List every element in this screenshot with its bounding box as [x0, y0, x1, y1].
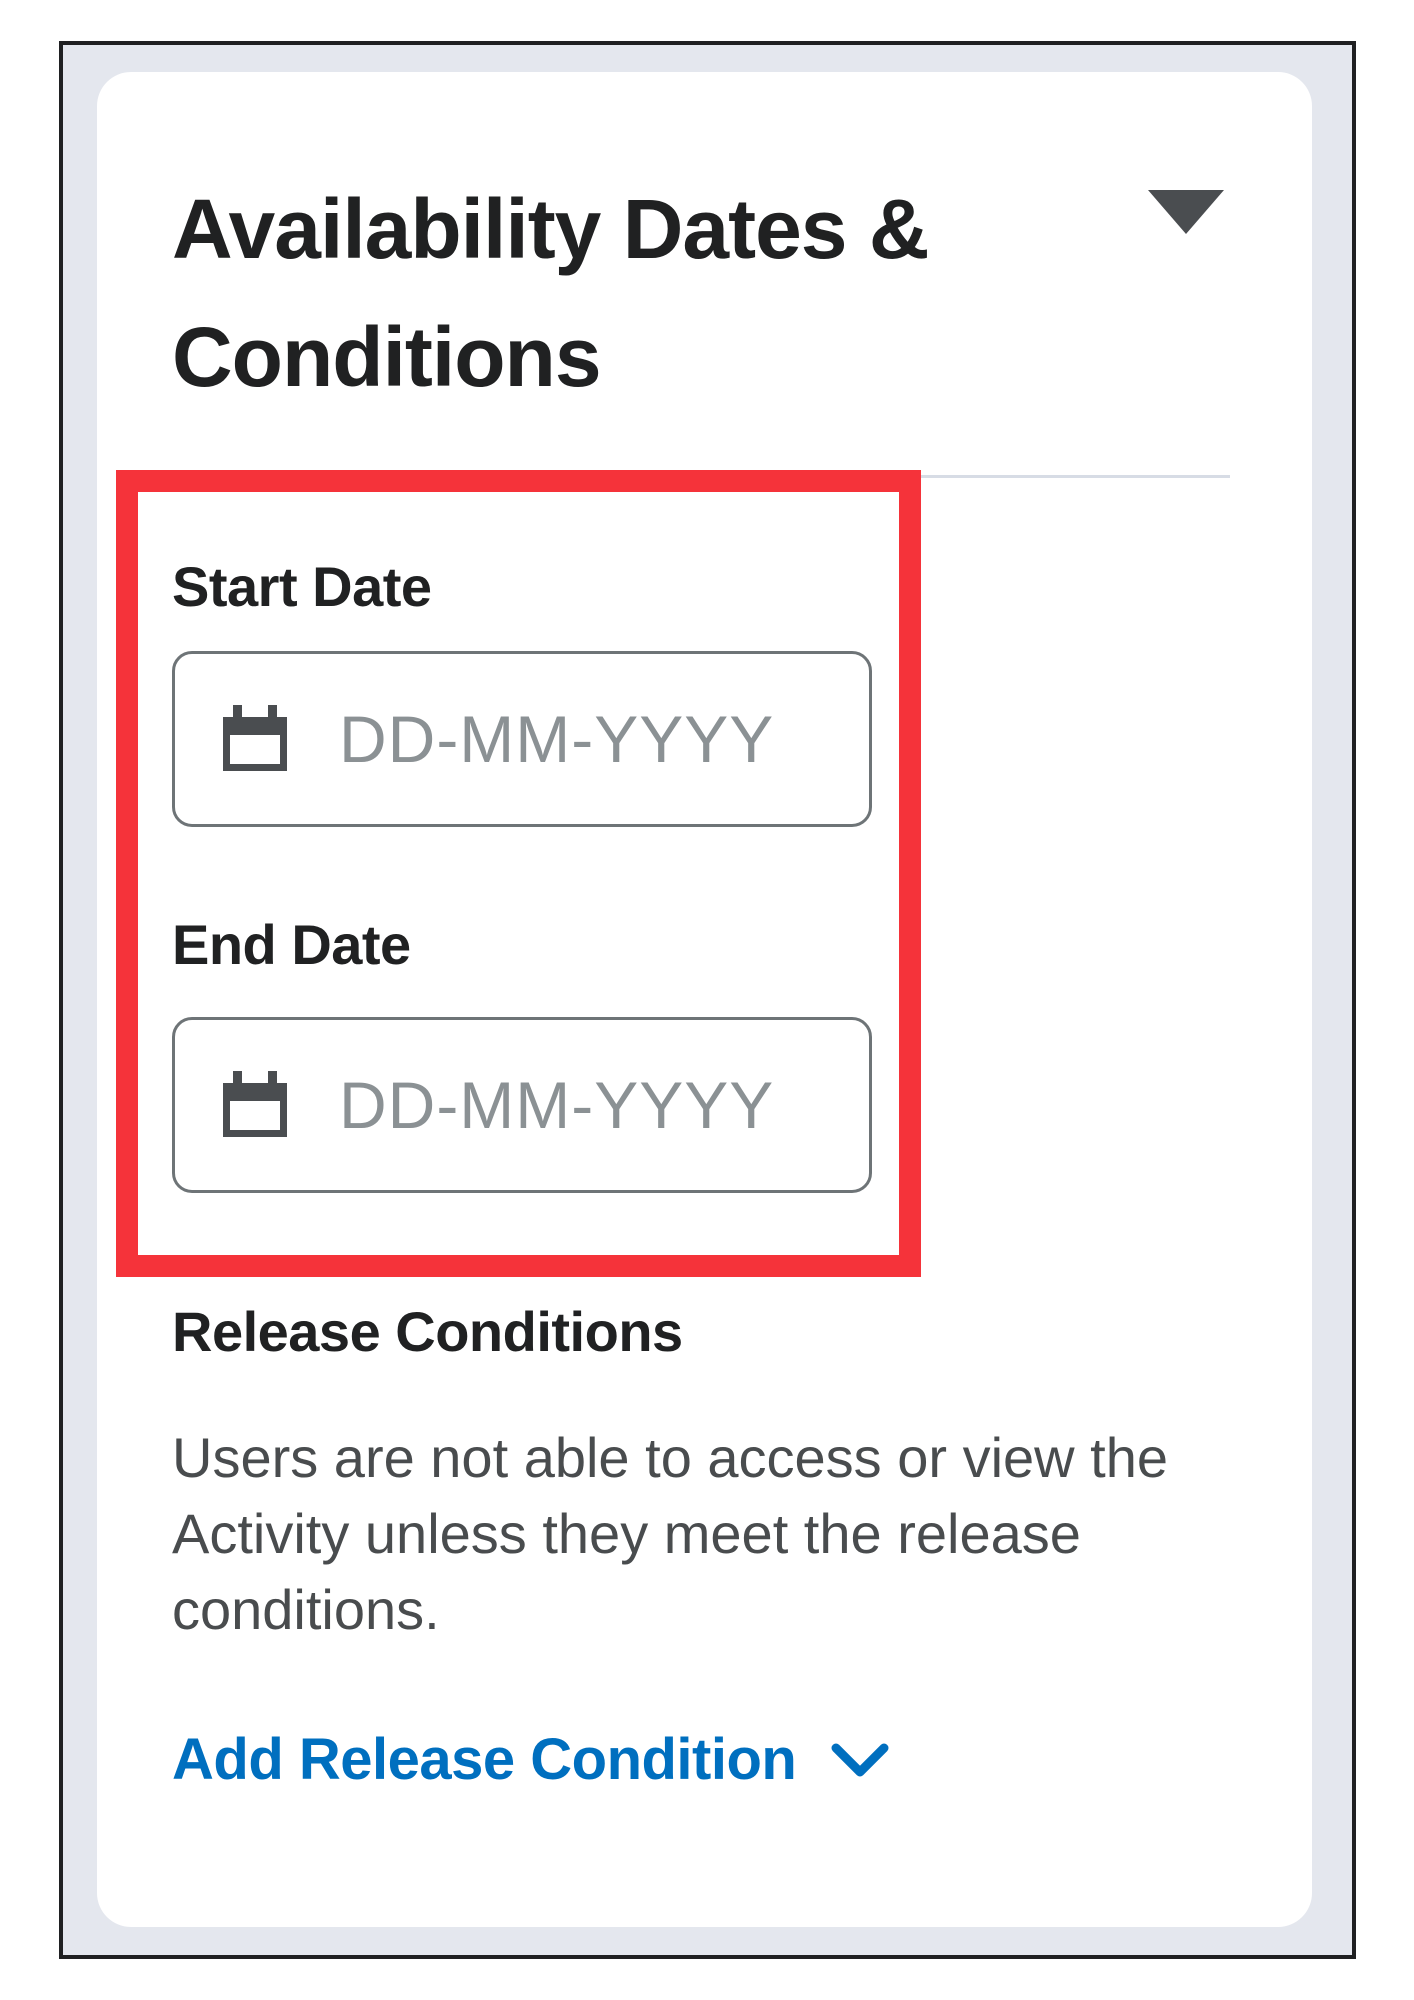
chevron-down-icon	[831, 1743, 889, 1777]
highlight-box	[116, 470, 921, 1277]
panel-title: Availability Dates & Conditions	[172, 182, 930, 404]
release-conditions-heading: Release Conditions	[172, 1300, 683, 1363]
add-release-condition-button[interactable]: Add Release Condition	[172, 1720, 890, 1800]
add-release-condition-label: Add Release Condition	[172, 1727, 797, 1792]
triangle-down-icon	[1148, 190, 1224, 234]
collapse-toggle-button[interactable]	[1146, 186, 1226, 242]
release-conditions-description: Users are not able to access or view the…	[172, 1426, 1169, 1641]
